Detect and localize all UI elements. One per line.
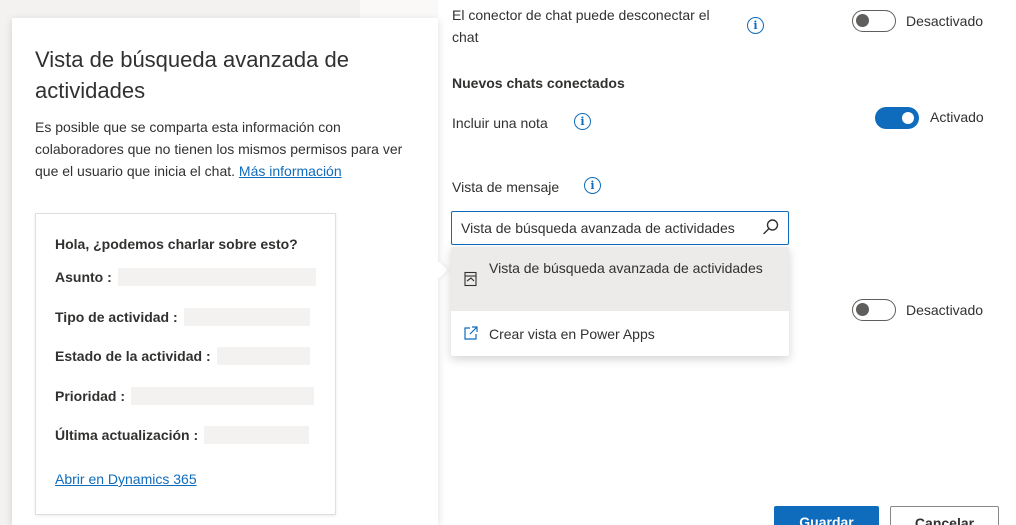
- extra-toggle-state: Desactivado: [906, 302, 984, 318]
- new-chats-header: Nuevos chats conectados: [452, 75, 625, 91]
- field-activity-type: Tipo de actividad :: [55, 307, 310, 327]
- field-activity-status: Estado de la actividad :: [55, 346, 310, 366]
- callout-description: Es posible que se comparta esta informac…: [35, 116, 405, 182]
- preview-card: Hola, ¿podemos charlar sobre esto? Asunt…: [35, 213, 336, 515]
- field-subject: Asunto :: [55, 267, 316, 287]
- save-button[interactable]: Guardar: [774, 506, 879, 525]
- dropdown-option-advanced-find[interactable]: Vista de búsqueda avanzada de actividade…: [451, 247, 789, 311]
- field-label: Estado de la actividad :: [55, 348, 211, 364]
- include-note-label: Incluir una nota: [452, 115, 548, 131]
- info-icon[interactable]: i: [584, 177, 601, 194]
- message-view-search-input[interactable]: [461, 218, 766, 238]
- field-value-placeholder: [216, 347, 310, 365]
- include-note-toggle-state: Activado: [930, 109, 984, 125]
- disconnect-toggle[interactable]: [852, 10, 896, 32]
- field-value-placeholder: [117, 268, 316, 286]
- view-icon: [464, 271, 477, 287]
- background-strip: [360, 0, 438, 18]
- dropdown-option-label: Vista de búsqueda avanzada de actividade…: [489, 260, 763, 276]
- field-label: Tipo de actividad :: [55, 309, 178, 325]
- extra-toggle[interactable]: [852, 299, 896, 321]
- callout-description-text: Es posible que se comparta esta informac…: [35, 119, 403, 179]
- disconnect-setting-label: El conector de chat puede desconectar el…: [452, 7, 710, 45]
- disconnect-toggle-state: Desactivado: [906, 13, 984, 29]
- preview-callout: Vista de búsqueda avanzada de actividade…: [12, 18, 438, 525]
- field-label: Última actualización :: [55, 427, 199, 443]
- field-label: Prioridad :: [55, 388, 126, 404]
- more-info-link[interactable]: Más información: [239, 163, 342, 179]
- external-link-icon: [464, 326, 478, 340]
- message-view-search[interactable]: [451, 211, 789, 245]
- cancel-button[interactable]: Cancelar: [890, 506, 999, 525]
- field-label: Asunto :: [55, 269, 112, 285]
- info-icon[interactable]: i: [574, 113, 591, 130]
- field-value-placeholder: [204, 426, 310, 444]
- dropdown-option-label: Crear vista en Power Apps: [489, 326, 655, 342]
- message-view-label: Vista de mensaje: [452, 179, 560, 195]
- message-view-dropdown: Vista de búsqueda avanzada de actividade…: [451, 247, 789, 356]
- search-icon[interactable]: [762, 218, 780, 236]
- dropdown-option-create-view[interactable]: Crear vista en Power Apps: [451, 311, 789, 356]
- callout-title: Vista de búsqueda avanzada de actividade…: [35, 47, 349, 103]
- info-icon[interactable]: i: [747, 17, 764, 34]
- open-in-dynamics-link[interactable]: Abrir en Dynamics 365: [55, 471, 197, 487]
- field-value-placeholder: [183, 308, 310, 326]
- include-note-toggle[interactable]: [875, 107, 919, 129]
- field-last-updated: Última actualización :: [55, 425, 310, 445]
- field-priority: Prioridad :: [55, 386, 315, 406]
- preview-heading: Hola, ¿podemos charlar sobre esto?: [55, 236, 298, 252]
- field-value-placeholder: [131, 387, 315, 405]
